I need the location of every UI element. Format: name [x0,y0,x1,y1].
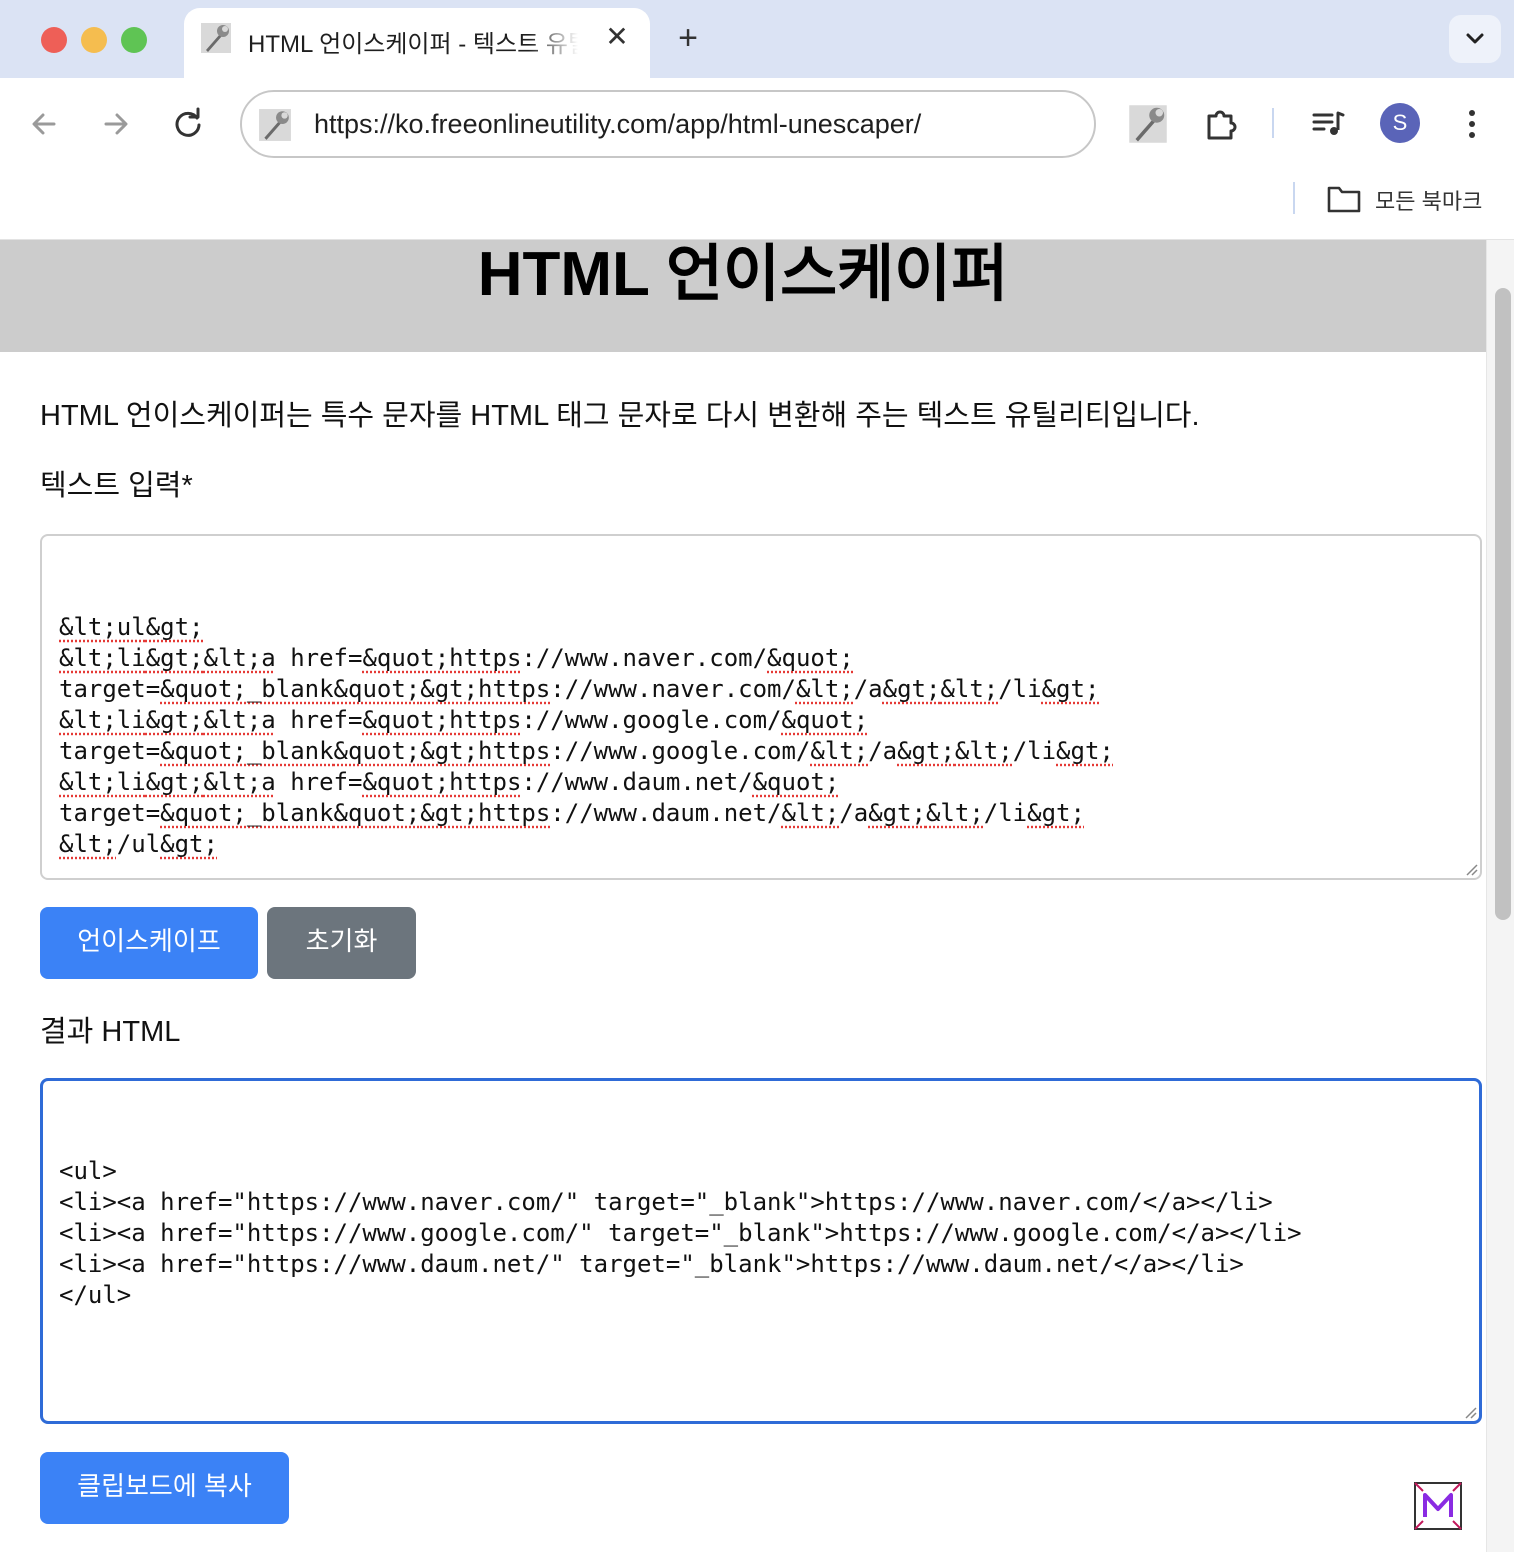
page-content: HTML 언이스케이퍼 HTML 언이스케이퍼는 특수 문자를 HTML 태그 … [0,240,1486,1552]
url-text: https://ko.freeonlineutility.com/app/htm… [314,109,922,139]
tab-strip: HTML 언이스케이퍼 - 텍스트 유틸 ✕ + [0,0,1514,78]
wrench-favicon-icon [259,109,291,141]
input-textarea[interactable]: &lt;ul&gt; &lt;li&gt;&lt;a href=&quot;ht… [40,534,1482,880]
tab-title: HTML 언이스케이퍼 - 텍스트 유틸 [248,31,578,58]
page-scrollbar[interactable] [1486,240,1514,1552]
bookmarks-divider [1293,182,1295,214]
floating-logo-icon[interactable] [1413,1481,1463,1531]
active-tab[interactable]: HTML 언이스케이퍼 - 텍스트 유틸 ✕ [184,8,650,78]
reload-icon[interactable] [170,106,206,142]
copy-to-clipboard-button[interactable]: 클립보드에 복사 [40,1452,289,1524]
plus-icon[interactable]: + [670,20,706,56]
resize-grip-icon[interactable] [1461,1403,1477,1419]
page-description: HTML 언이스케이퍼는 특수 문자를 HTML 태그 문자로 다시 변환해 주… [40,400,1200,432]
result-label: 결과 HTML [40,1016,181,1048]
scrollbar-thumb[interactable] [1495,288,1511,920]
close-icon[interactable]: ✕ [602,22,632,52]
page-title: HTML 언이스케이퍼 [477,240,1009,309]
tab-search-chevron-icon [1466,33,1484,44]
minimize-window-button[interactable] [81,27,107,53]
resize-grip-icon[interactable] [1462,860,1478,876]
wrench-favicon-icon [201,23,231,53]
folder-icon[interactable] [1326,184,1362,214]
address-bar[interactable]: https://ko.freeonlineutility.com/app/htm… [240,90,1096,158]
toolbar-divider [1272,108,1274,138]
input-text: &lt;ul&gt; &lt;li&gt;&lt;a href=&quot;ht… [59,613,1114,858]
tab-search-button[interactable] [1449,15,1501,63]
maximize-window-button[interactable] [121,27,147,53]
browser-toolbar: https://ko.freeonlineutility.com/app/htm… [0,78,1514,240]
header-band: HTML 언이스케이퍼 [0,240,1486,352]
result-textarea[interactable]: <ul> <li><a href="https://www.naver.com/… [40,1078,1482,1424]
all-bookmarks-label[interactable]: 모든 북마크 [1375,184,1482,216]
back-arrow-icon[interactable] [26,106,62,142]
unescape-button[interactable]: 언이스케이프 [40,907,258,979]
wrench-favicon-icon[interactable] [1128,104,1168,144]
result-text: <ul> <li><a href="https://www.naver.com/… [59,1157,1302,1309]
extensions-icon[interactable] [1202,104,1242,144]
close-window-button[interactable] [41,27,67,53]
forward-arrow-icon[interactable] [98,106,134,142]
media-queue-icon[interactable] [1308,104,1348,144]
profile-avatar[interactable]: S [1380,103,1420,143]
more-menu-icon[interactable] [1452,104,1492,144]
input-label: 텍스트 입력* [40,470,193,502]
reset-button[interactable]: 초기화 [267,907,416,979]
